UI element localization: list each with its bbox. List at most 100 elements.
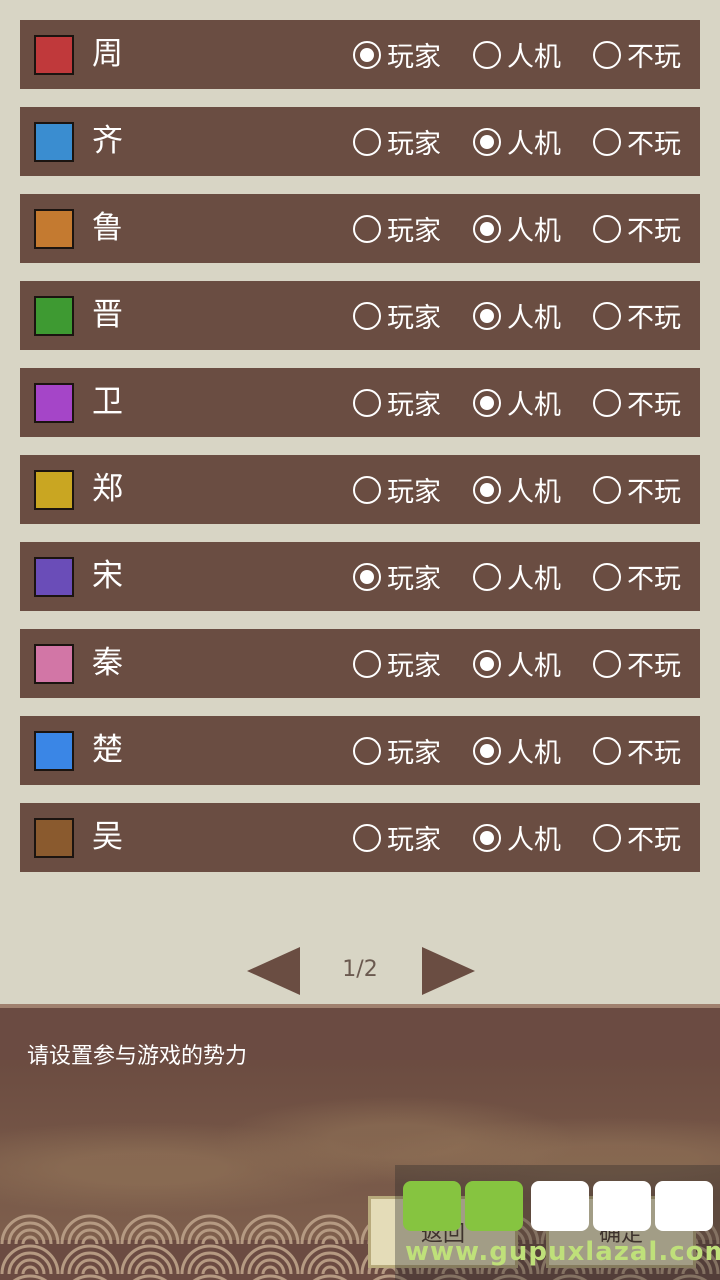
option-player[interactable]: 玩家 <box>353 20 441 89</box>
radio-icon[interactable] <box>473 736 501 765</box>
option-none[interactable]: 不玩 <box>593 803 681 872</box>
option-player[interactable]: 玩家 <box>353 281 441 350</box>
state-row: 周 玩家 人机 不玩 <box>20 20 700 89</box>
option-label: 不玩 <box>627 390 681 421</box>
option-none[interactable]: 不玩 <box>593 629 681 698</box>
option-label: 人机 <box>507 303 561 334</box>
radio-icon[interactable] <box>593 649 621 678</box>
option-ai[interactable]: 人机 <box>473 455 561 524</box>
option-ai[interactable]: 人机 <box>473 368 561 437</box>
option-player[interactable]: 玩家 <box>353 107 441 176</box>
option-ai[interactable]: 人机 <box>473 629 561 698</box>
state-name: 齐 <box>92 123 123 159</box>
state-color-swatch <box>34 557 74 597</box>
option-player[interactable]: 玩家 <box>353 194 441 263</box>
state-name: 周 <box>92 36 123 72</box>
option-ai[interactable]: 人机 <box>473 542 561 611</box>
option-none[interactable]: 不玩 <box>593 542 681 611</box>
option-none[interactable]: 不玩 <box>593 194 681 263</box>
option-label: 不玩 <box>627 129 681 160</box>
option-ai[interactable]: 人机 <box>473 107 561 176</box>
option-label: 不玩 <box>627 825 681 856</box>
option-label: 玩家 <box>387 564 441 595</box>
option-none[interactable]: 不玩 <box>593 281 681 350</box>
radio-icon[interactable] <box>473 562 501 591</box>
option-player[interactable]: 玩家 <box>353 542 441 611</box>
radio-icon[interactable] <box>353 127 381 156</box>
option-ai[interactable]: 人机 <box>473 20 561 89</box>
radio-icon[interactable] <box>473 388 501 417</box>
option-player[interactable]: 玩家 <box>353 455 441 524</box>
prev-page-arrow-icon[interactable] <box>247 947 300 995</box>
confirm-button[interactable]: 确定 <box>546 1196 696 1268</box>
option-player[interactable]: 玩家 <box>353 716 441 785</box>
option-label: 玩家 <box>387 651 441 682</box>
state-row: 晋 玩家 人机 不玩 <box>20 281 700 350</box>
option-none[interactable]: 不玩 <box>593 368 681 437</box>
state-list: 周玩家 人机 不玩齐玩家 人机 不玩鲁玩家 人机 不玩晋玩家 人机 不玩卫玩家 人机 不玩郑玩家 人机… <box>20 20 700 890</box>
option-label: 不玩 <box>627 477 681 508</box>
option-player[interactable]: 玩家 <box>353 803 441 872</box>
radio-icon[interactable] <box>353 388 381 417</box>
option-none[interactable]: 不玩 <box>593 455 681 524</box>
state-name: 郑 <box>92 471 123 507</box>
option-label: 人机 <box>507 564 561 595</box>
state-color-swatch <box>34 122 74 162</box>
state-name: 晋 <box>92 297 123 333</box>
option-label: 人机 <box>507 738 561 769</box>
option-label: 玩家 <box>387 825 441 856</box>
radio-icon[interactable] <box>593 127 621 156</box>
radio-icon[interactable] <box>353 562 381 591</box>
state-name: 秦 <box>92 645 123 681</box>
radio-icon[interactable] <box>593 40 621 69</box>
radio-icon[interactable] <box>593 388 621 417</box>
bottom-panel: 请设置参与游戏的势力 返回 确定 <box>0 1004 720 1280</box>
state-row: 鲁 玩家 人机 不玩 <box>20 194 700 263</box>
radio-icon[interactable] <box>593 475 621 504</box>
radio-icon[interactable] <box>473 823 501 852</box>
option-none[interactable]: 不玩 <box>593 107 681 176</box>
radio-icon[interactable] <box>353 736 381 765</box>
option-ai[interactable]: 人机 <box>473 281 561 350</box>
option-label: 人机 <box>507 390 561 421</box>
radio-icon[interactable] <box>593 214 621 243</box>
state-color-swatch <box>34 731 74 771</box>
option-ai[interactable]: 人机 <box>473 194 561 263</box>
state-name: 鲁 <box>92 210 123 246</box>
option-none[interactable]: 不玩 <box>593 716 681 785</box>
radio-icon[interactable] <box>353 823 381 852</box>
radio-icon[interactable] <box>473 301 501 330</box>
radio-icon[interactable] <box>353 214 381 243</box>
state-color-swatch <box>34 644 74 684</box>
option-label: 玩家 <box>387 216 441 247</box>
option-label: 不玩 <box>627 564 681 595</box>
radio-icon[interactable] <box>473 649 501 678</box>
radio-icon[interactable] <box>593 301 621 330</box>
option-ai[interactable]: 人机 <box>473 716 561 785</box>
radio-icon[interactable] <box>353 301 381 330</box>
radio-icon[interactable] <box>353 40 381 69</box>
option-label: 不玩 <box>627 42 681 73</box>
radio-icon[interactable] <box>353 475 381 504</box>
option-player[interactable]: 玩家 <box>353 629 441 698</box>
next-page-arrow-icon[interactable] <box>422 947 475 995</box>
state-row: 宋 玩家 人机 不玩 <box>20 542 700 611</box>
page-indicator: 1/2 <box>342 957 378 982</box>
option-none[interactable]: 不玩 <box>593 20 681 89</box>
option-label: 玩家 <box>387 303 441 334</box>
radio-icon[interactable] <box>473 475 501 504</box>
radio-icon[interactable] <box>473 40 501 69</box>
state-color-swatch <box>34 296 74 336</box>
radio-icon[interactable] <box>593 736 621 765</box>
radio-icon[interactable] <box>593 823 621 852</box>
radio-icon[interactable] <box>473 214 501 243</box>
option-ai[interactable]: 人机 <box>473 803 561 872</box>
hint-text: 请设置参与游戏的势力 <box>27 1044 248 1069</box>
radio-icon[interactable] <box>353 649 381 678</box>
option-player[interactable]: 玩家 <box>353 368 441 437</box>
back-button[interactable]: 返回 <box>368 1196 518 1268</box>
state-row: 卫 玩家 人机 不玩 <box>20 368 700 437</box>
radio-icon[interactable] <box>473 127 501 156</box>
state-name: 卫 <box>92 384 123 420</box>
radio-icon[interactable] <box>593 562 621 591</box>
